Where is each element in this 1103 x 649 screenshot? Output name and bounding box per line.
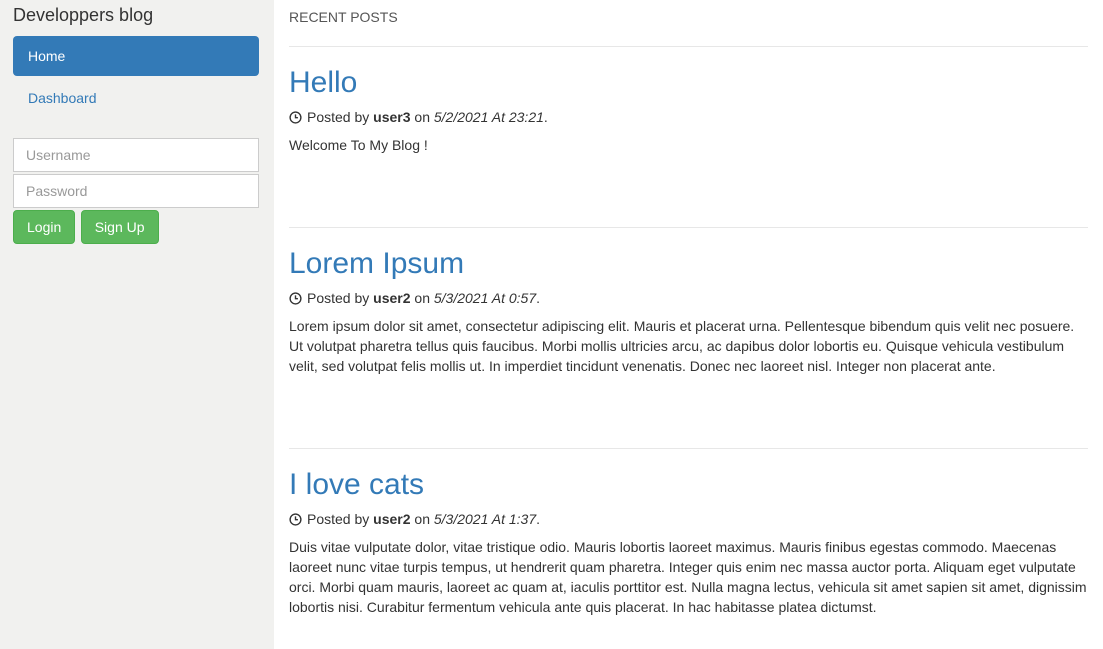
on-label: on <box>414 290 430 306</box>
password-input[interactable] <box>13 174 259 208</box>
post-title[interactable]: I love cats <box>289 468 1088 502</box>
post-body: Lorem ipsum dolor sit amet, consectetur … <box>289 318 1075 374</box>
post-date: 5/3/2021 At 1:37 <box>433 511 537 527</box>
login-button-row: Login Sign Up <box>13 210 259 244</box>
post-meta: Posted by user2 on 5/3/2021 At 1:37. <box>289 509 1088 529</box>
signup-button[interactable]: Sign Up <box>80 210 159 244</box>
post-date: 5/2/2021 At 23:21 <box>433 109 544 125</box>
post-body: Welcome To My Blog ! <box>289 137 428 153</box>
sidebar-nav: Home Dashboard <box>13 36 259 120</box>
post-author: user2 <box>373 290 411 306</box>
nav-item-home[interactable]: Home <box>13 36 259 76</box>
post: I love cats Posted by user2 on 5/3/2021 … <box>289 468 1088 617</box>
divider <box>289 227 1088 228</box>
clock-icon <box>289 291 302 305</box>
brand-title: Developpers blog <box>13 5 154 25</box>
posted-by-label: Posted by <box>307 109 370 125</box>
post-author: user3 <box>373 109 411 125</box>
sidebar: Developpers blog Home Dashboard Login Si… <box>0 0 274 649</box>
post-meta-period: . <box>536 511 540 527</box>
post: Lorem Ipsum Posted by user2 on 5/3/2021 … <box>289 247 1088 376</box>
login-form: Login Sign Up <box>13 138 259 244</box>
divider <box>289 448 1088 449</box>
posted-by-label: Posted by <box>307 511 370 527</box>
divider <box>289 46 1088 47</box>
login-button[interactable]: Login <box>13 210 76 244</box>
section-title: RECENT POSTS <box>289 9 398 25</box>
post-body: Duis vitae vulputate dolor, vitae tristi… <box>289 539 1087 615</box>
username-input[interactable] <box>13 138 259 172</box>
post: Hello Posted by user3 on 5/2/2021 At 23:… <box>289 66 1088 155</box>
post-title[interactable]: Hello <box>289 66 1088 100</box>
post-meta: Posted by user2 on 5/3/2021 At 0:57. <box>289 288 1088 308</box>
post-meta-period: . <box>536 290 540 306</box>
posted-by-label: Posted by <box>307 290 370 306</box>
clock-icon <box>289 512 302 526</box>
post-date: 5/3/2021 At 0:57 <box>433 290 537 306</box>
clock-icon <box>289 110 302 124</box>
post-meta-period: . <box>543 109 548 125</box>
on-label: on <box>414 511 430 527</box>
on-label: on <box>414 109 430 125</box>
nav-item-dashboard[interactable]: Dashboard <box>13 78 259 118</box>
post-title[interactable]: Lorem Ipsum <box>289 247 1088 281</box>
post-author: user2 <box>373 511 411 527</box>
post-meta: Posted by user3 on 5/2/2021 At 23:21. <box>289 107 1088 127</box>
